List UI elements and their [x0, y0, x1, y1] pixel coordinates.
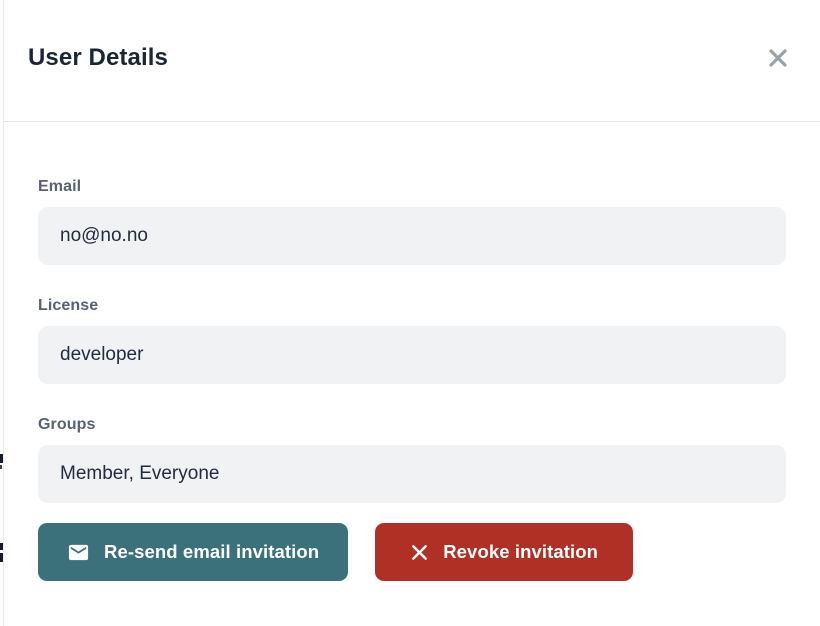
backdrop-artifact [0, 454, 3, 463]
modal-title: User Details [28, 44, 168, 72]
page-background: User Details Email License Gr [0, 0, 820, 626]
groups-label: Groups [38, 416, 786, 434]
x-close-icon [766, 46, 790, 70]
x-icon [410, 543, 429, 562]
groups-field[interactable] [38, 445, 786, 503]
resend-button-label: Re-send email invitation [104, 541, 319, 563]
backdrop-artifact [0, 465, 2, 469]
action-button-row: Re-send email invitation Revoke invitati… [38, 523, 786, 581]
user-details-modal: User Details Email License Gr [4, 0, 820, 626]
modal-header: User Details [4, 0, 820, 122]
groups-field-group: Groups [38, 416, 786, 503]
revoke-invitation-button[interactable]: Revoke invitation [375, 523, 633, 581]
email-field[interactable] [38, 207, 786, 265]
backdrop-artifact [0, 543, 3, 550]
license-label: License [38, 297, 786, 315]
envelope-icon [67, 541, 90, 564]
email-label: Email [38, 178, 786, 196]
license-field[interactable] [38, 326, 786, 384]
modal-body: Email License Groups Re-send [4, 122, 820, 581]
resend-email-invitation-button[interactable]: Re-send email invitation [38, 523, 348, 581]
backdrop-artifact [0, 553, 3, 562]
license-field-group: License [38, 297, 786, 384]
close-button[interactable] [762, 42, 794, 74]
email-field-group: Email [38, 178, 786, 265]
revoke-button-label: Revoke invitation [443, 541, 598, 563]
